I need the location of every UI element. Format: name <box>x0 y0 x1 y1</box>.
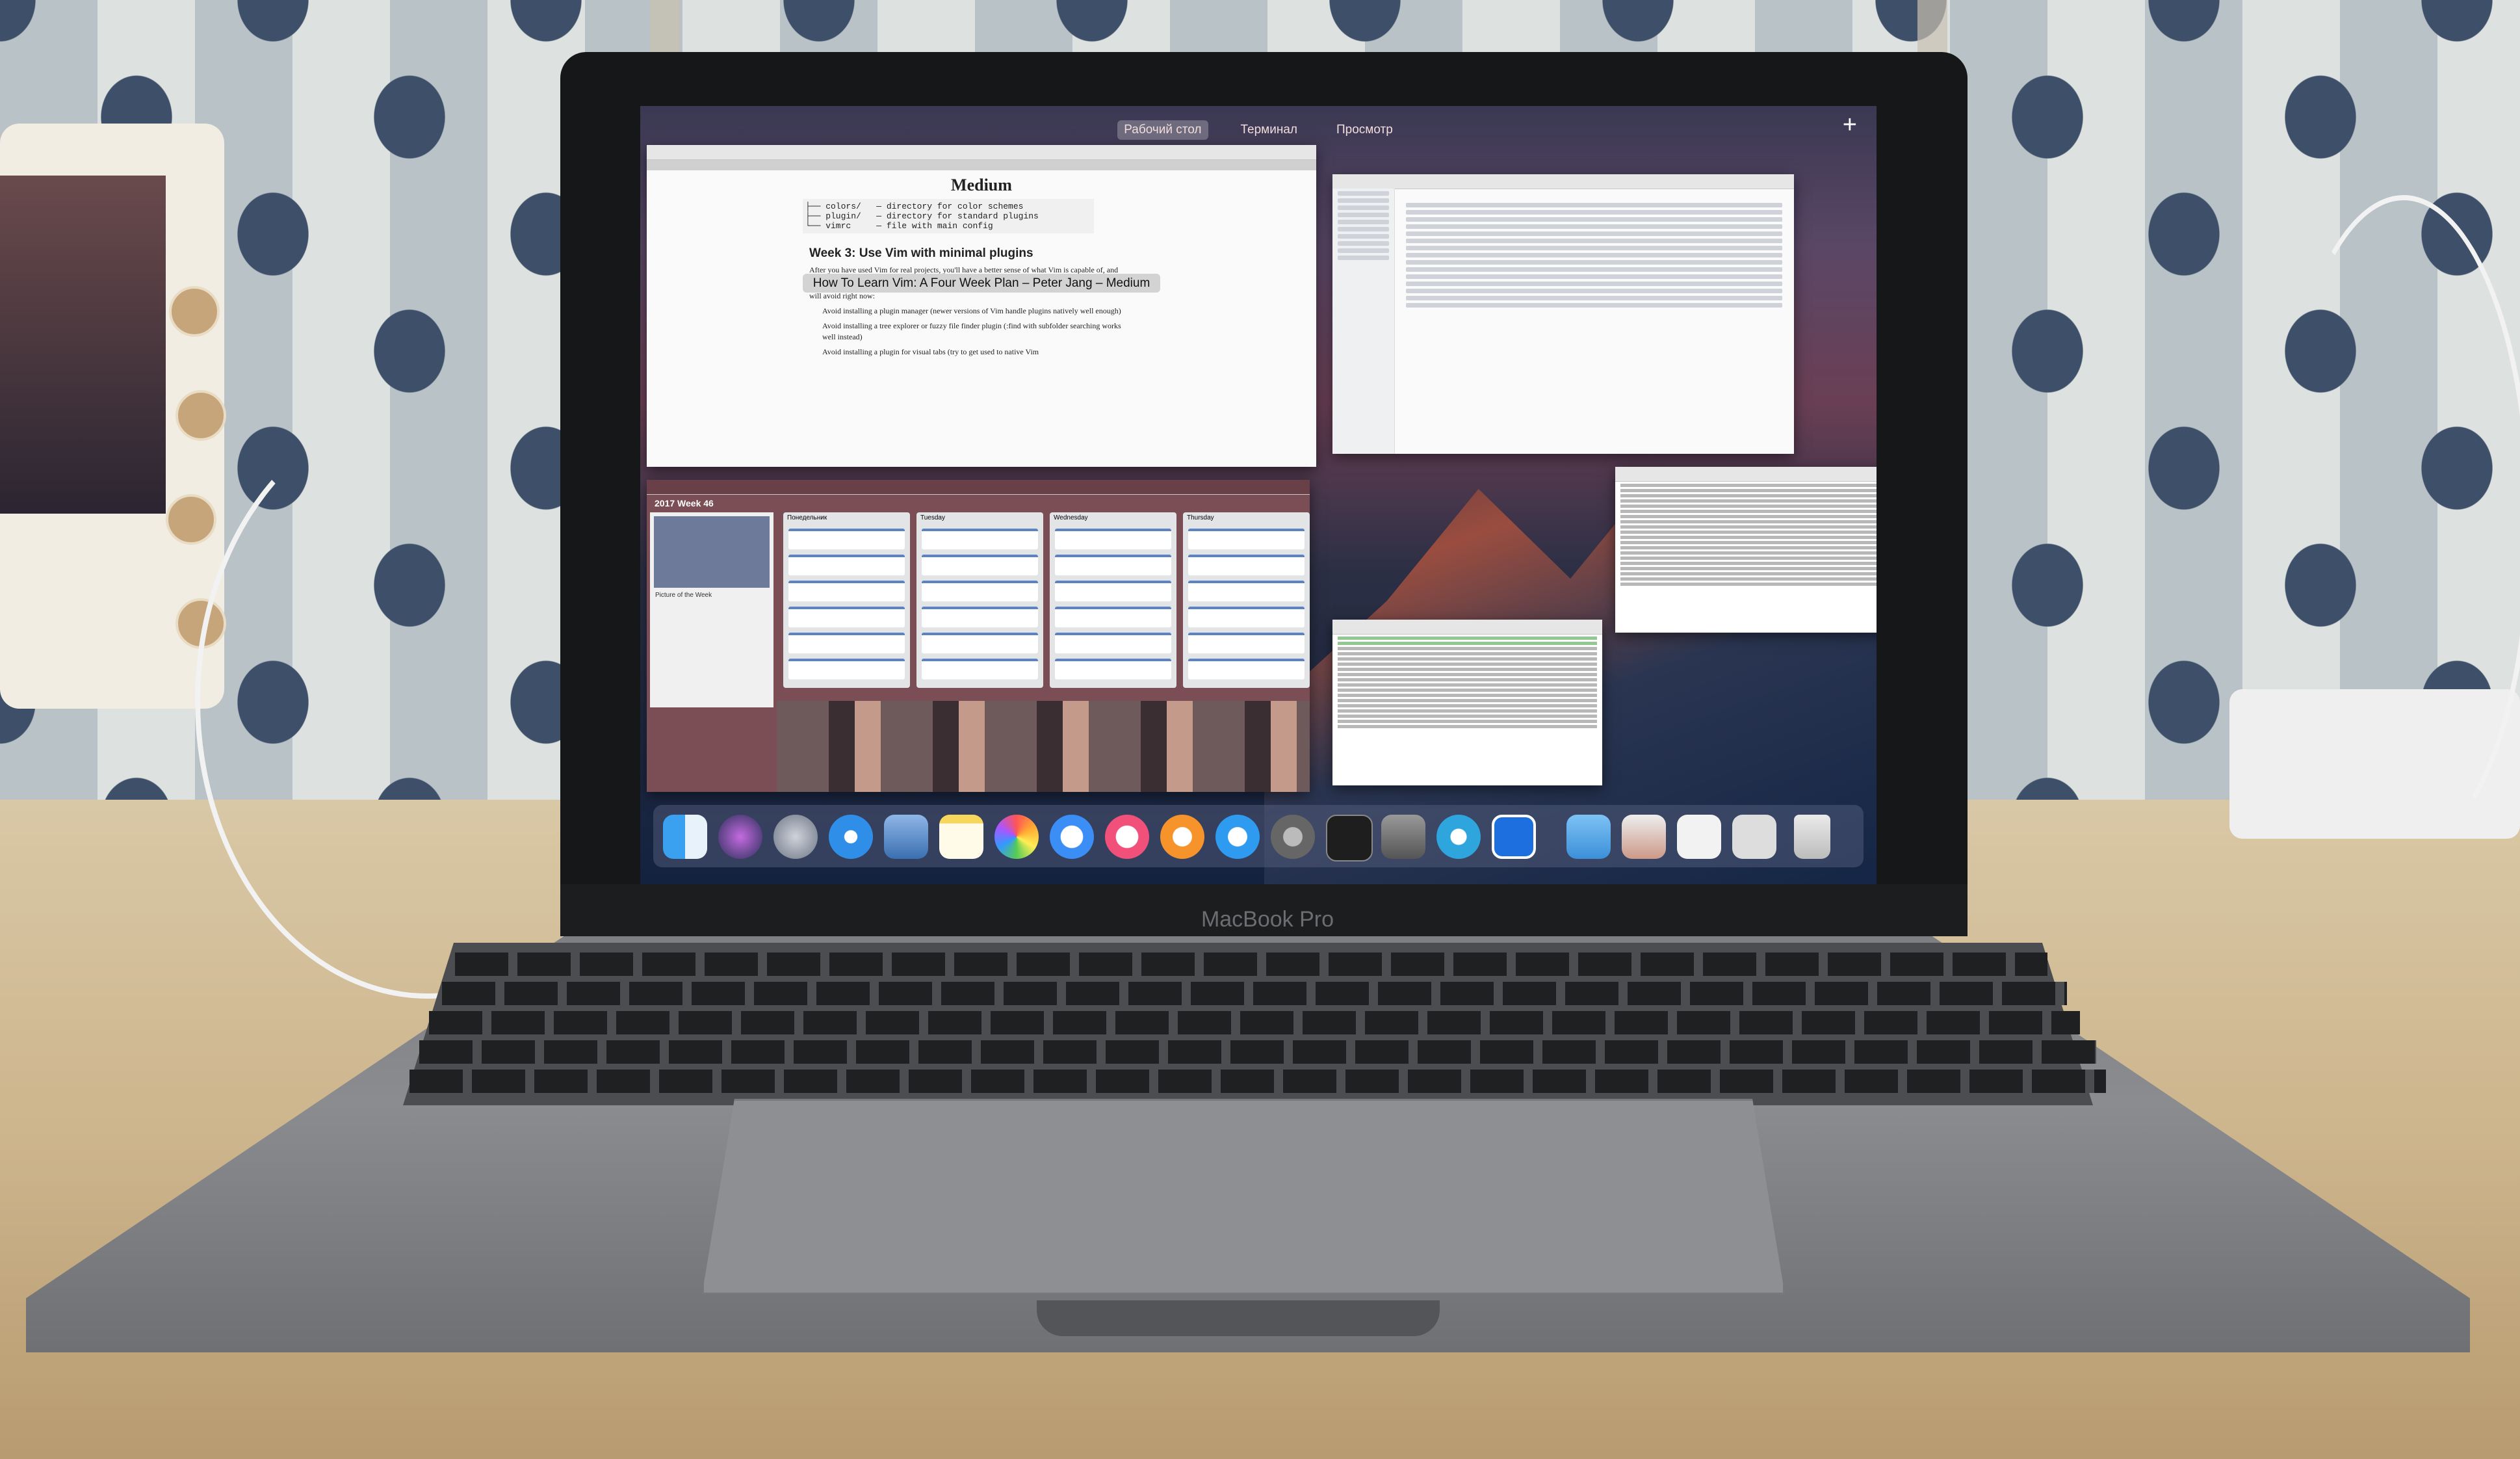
list-item: Avoid installing a plugin for visual tab… <box>822 347 1039 356</box>
board-title: 2017 Week 46 <box>655 498 714 508</box>
browser-tabs <box>647 160 1316 170</box>
finder-sidebar <box>1332 189 1395 454</box>
list-title: Thursday <box>1187 514 1214 521</box>
trello-list[interactable]: Wednesday <box>1050 512 1176 688</box>
trello-toolbar <box>647 480 1310 495</box>
telegram-icon[interactable] <box>1436 815 1481 859</box>
cable <box>2275 195 2520 856</box>
trello-window[interactable]: 2017 Week 46 Picture of the Week Понедел… <box>647 480 1310 792</box>
terminal-window[interactable] <box>1332 620 1602 785</box>
shell-decoration <box>166 494 216 545</box>
browser-window[interactable]: Medium ├── colors/ — directory for color… <box>647 145 1316 467</box>
trello-list[interactable]: Tuesday <box>916 512 1043 688</box>
trello-list[interactable]: Thursday <box>1183 512 1310 688</box>
key-row <box>455 953 2047 976</box>
window-stack-icon[interactable] <box>1732 815 1776 859</box>
mission-control-icon[interactable] <box>1492 815 1536 859</box>
list-title: Понедельник <box>787 514 827 521</box>
window-title-label: How To Learn Vim: A Four Week Plan – Pet… <box>802 274 1161 293</box>
ibooks-icon[interactable] <box>1160 815 1204 859</box>
notes-icon[interactable] <box>939 815 983 859</box>
shell-decoration <box>175 390 226 441</box>
folder-icon[interactable] <box>1566 815 1611 859</box>
finder-window[interactable] <box>1332 174 1794 454</box>
finder-file-list[interactable] <box>1401 200 1787 310</box>
downloads-stack-icon[interactable] <box>1677 815 1721 859</box>
terminal-window[interactable] <box>1615 467 1877 633</box>
system-preferences-icon[interactable] <box>1271 815 1315 859</box>
files-stack-icon[interactable] <box>1622 815 1666 859</box>
photos-icon[interactable] <box>994 815 1039 859</box>
article-heading: Week 3: Use Vim with minimal plugins <box>809 246 1033 260</box>
browser-toolbar <box>647 145 1316 160</box>
terminal-toolbar <box>1615 467 1877 482</box>
space-terminal[interactable]: Терминал <box>1234 120 1305 140</box>
code-block: ├── colors/ — directory for color scheme… <box>803 199 1094 233</box>
shell-decoration <box>169 286 220 337</box>
site-title: Medium <box>951 176 1012 194</box>
finder-toolbar <box>1332 174 1794 189</box>
itunes-icon[interactable] <box>1105 815 1149 859</box>
space-preview[interactable]: Просмотр <box>1330 120 1399 140</box>
preview-icon[interactable] <box>884 815 928 859</box>
framed-photo <box>0 176 166 514</box>
window-caption: How To Learn Vim: A Four Week Plan – Pet… <box>647 274 1316 334</box>
anime-picture <box>654 516 770 588</box>
key-row <box>429 1011 2080 1034</box>
list-title: Tuesday <box>920 514 945 521</box>
safari-icon[interactable] <box>829 815 873 859</box>
key-row <box>419 1040 2096 1064</box>
screen: Рабочий стол Терминал Просмотр + Medium … <box>640 106 1877 884</box>
trello-list[interactable]: Понедельник <box>783 512 910 688</box>
space-desktop[interactable]: Рабочий стол <box>1117 120 1208 140</box>
sidebar-label: Picture of the Week <box>655 592 712 599</box>
trash-icon[interactable] <box>1794 815 1830 859</box>
key-row <box>442 982 2067 1005</box>
brand-label: MacBook Pro <box>1201 907 1334 932</box>
launchpad-icon[interactable] <box>773 815 818 859</box>
board-background-art <box>777 701 1310 792</box>
spaces-bar: Рабочий стол Терминал Просмотр <box>640 114 1877 146</box>
terminal-toolbar <box>1332 620 1602 635</box>
finder-icon[interactable] <box>663 815 707 859</box>
key-row <box>409 1070 2106 1093</box>
lid-notch <box>1037 1300 1440 1336</box>
image-capture-icon[interactable] <box>1381 815 1425 859</box>
messages-icon[interactable] <box>1050 815 1094 859</box>
terminal-icon[interactable] <box>1326 815 1373 861</box>
list-title: Wednesday <box>1054 514 1088 521</box>
app-store-icon[interactable] <box>1215 815 1260 859</box>
trello-sidebar: Picture of the Week <box>650 512 773 707</box>
siri-icon[interactable] <box>718 815 762 859</box>
add-space-icon[interactable]: + <box>1843 111 1857 139</box>
trackpad <box>702 1099 1785 1295</box>
